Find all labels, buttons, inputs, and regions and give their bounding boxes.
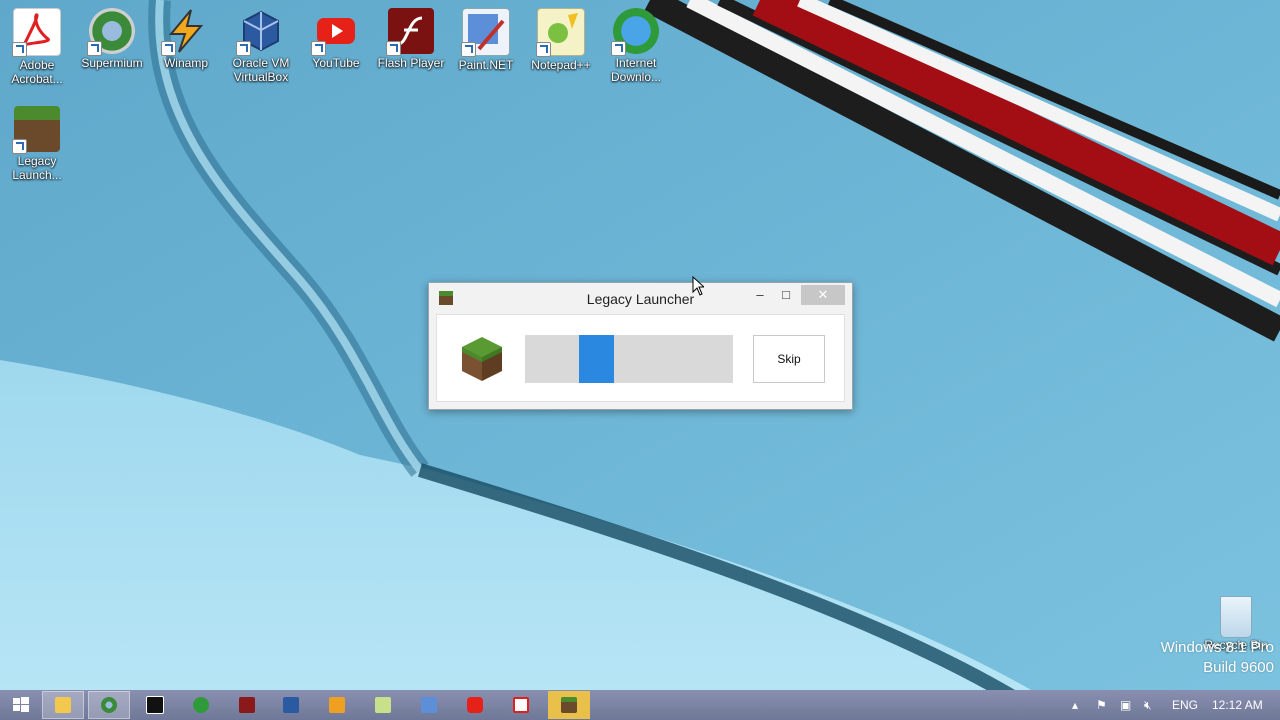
taskbar-item-winamp[interactable] [316,691,358,719]
minimize-button[interactable]: – [747,285,773,305]
taskbar-item-paint-net[interactable] [408,691,450,719]
legacy-launcher-window: Legacy Launcher – □ ✕ Skip [428,282,853,410]
watermark-edition: Windows 8.1 Pro [1160,639,1274,656]
file-explorer-icon [55,697,71,713]
internet-download-manager-icon [611,8,659,56]
volume-muted-icon[interactable]: 🔇︎ [1144,690,1152,720]
7zip-icon [146,696,164,714]
start-icon [13,697,29,712]
desktop-icon-label: Notepad++ [531,58,591,72]
grass-block-icon [458,335,506,383]
taskbar-item-file-explorer[interactable] [42,691,84,719]
taskbar-item-7zip[interactable] [134,691,176,719]
taskbar-item-internet-download-manager[interactable] [180,691,222,719]
show-hidden-icons-button[interactable]: ▴ [1072,690,1078,720]
desktop-icon-label: Oracle VM VirtualBox [232,56,290,84]
recycle-bin-icon [1220,596,1252,638]
close-button[interactable]: ✕ [801,285,845,305]
taskbar-item-adobe-acrobat[interactable] [500,691,542,719]
desktop-icon-label: Supermium [81,56,143,70]
language-indicator[interactable]: ENG [1172,690,1198,720]
youtube-icon [311,8,359,56]
desktop-icon-paint-net[interactable]: Paint.NET [451,2,521,72]
mouse-cursor-icon [692,276,704,296]
taskbar-item-legacy-launcher[interactable] [548,691,590,719]
winamp-icon [161,8,209,56]
winamp-icon [329,697,345,713]
desktop-icon-adobe-acrobat[interactable]: Adobe Acrobat... [2,2,72,86]
adobe-acrobat-icon [513,697,529,713]
taskbar-item-notepad-plus-plus[interactable] [362,691,404,719]
watermark-build: Build 9600 [1203,659,1274,676]
supermium-icon [87,8,135,56]
taskbar-item-supermium[interactable] [88,691,130,719]
notepad-plus-plus-icon [375,697,391,713]
desktop-icon-label: Paint.NET [458,58,514,72]
desktop-icon-label: Legacy Launch... [12,154,62,182]
desktop-icon-internet-download-manager[interactable]: Internet Downlo... [601,2,671,84]
virtualbox-icon [236,8,284,56]
internet-download-manager-icon [193,697,209,713]
taskbar: ▴ ⚑ ▣ 🔇︎ ENG 12:12 AM [0,690,1280,720]
legacy-launcher-icon [561,697,577,713]
desktop-icon-notepad-plus-plus[interactable]: Notepad++ [526,2,596,72]
start-button[interactable] [0,691,42,719]
desktop-icon-virtualbox[interactable]: Oracle VM VirtualBox [226,2,296,84]
windows-watermark: Windows 8.1 Pro Build 9600 [1161,638,1274,678]
taskbar-item-virtualbox[interactable] [270,691,312,719]
desktop-icon-legacy-launcher[interactable]: Legacy Launch... [2,100,72,182]
network-icon[interactable]: ▣ [1120,690,1131,720]
flash-player-icon [239,697,255,713]
desktop-icon-supermium[interactable]: Supermium [77,2,147,70]
desktop-icon-label: Adobe Acrobat... [11,58,63,86]
notepad-plus-plus-icon [536,8,585,57]
desktop-icon-youtube[interactable]: YouTube [301,2,371,70]
desktop-icon-winamp[interactable]: Winamp [151,2,221,70]
legacy-launcher-icon [12,106,60,154]
flash-player-icon [386,8,434,56]
skip-button[interactable]: Skip [753,335,825,383]
clock[interactable]: 12:12 AM [1212,690,1263,720]
action-center-flag-icon[interactable]: ⚑ [1096,690,1107,720]
desktop-icon-flash-player[interactable]: Flash Player [376,2,446,70]
maximize-button[interactable]: □ [773,285,799,305]
desktop-icon-label: Flash Player [377,56,445,70]
virtualbox-icon [283,697,299,713]
adobe-acrobat-icon [12,8,61,57]
progress-bar [525,335,733,383]
desktop-icon-label: YouTube [312,56,360,70]
paint-net-icon [461,8,510,57]
youtube-icon [467,697,483,713]
taskbar-item-youtube[interactable] [454,691,496,719]
window-content: Skip [436,314,845,402]
progress-indicator [579,335,615,383]
window-titlebar[interactable]: Legacy Launcher – □ ✕ [429,283,852,313]
desktop-icon-label: Internet Downlo... [610,56,662,84]
taskbar-item-flash-player[interactable] [226,691,268,719]
desktop-icon-label: Winamp [163,56,208,70]
supermium-icon [101,697,117,713]
paint-net-icon [421,697,437,713]
